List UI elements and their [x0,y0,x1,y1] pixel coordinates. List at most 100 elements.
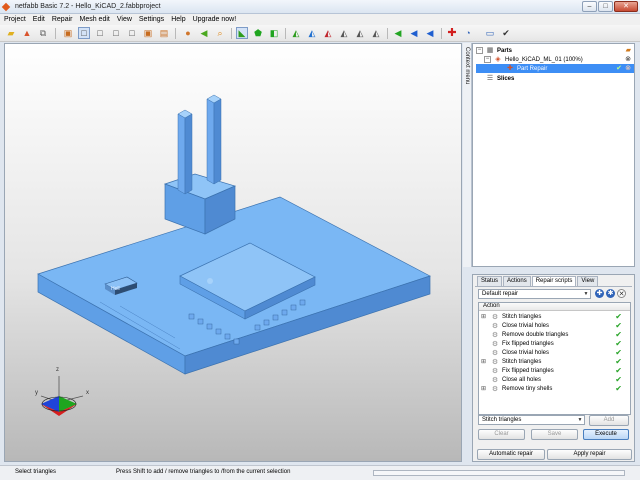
execute-button[interactable]: Execute [583,429,629,440]
select-tool-5-icon[interactable]: ◭ [354,27,366,39]
view-top-icon[interactable]: □ [126,27,138,39]
add-button[interactable]: Add [589,415,629,426]
select-triangle-icon[interactable]: ◣ [236,27,248,39]
gear-icon: ⚙ [491,358,499,366]
menu-upgrade[interactable]: Upgrade now! [193,16,237,23]
action-label: Fix flipped triangles [502,367,554,374]
menu-help[interactable]: Help [171,16,185,23]
collapse-icon[interactable]: − [484,56,491,63]
open-icon[interactable]: ▰ [5,27,17,39]
add-script-icon[interactable]: ✚ [595,289,604,298]
clear-button[interactable]: Clear [478,429,525,440]
list-item[interactable]: ⚙ Close all holes ✔ [479,375,630,384]
view-bottom-icon[interactable]: ▣ [142,27,154,39]
menu-mesh-edit[interactable]: Mesh edit [79,16,109,23]
minimize-button[interactable]: – [582,1,597,12]
context-menu-tab[interactable]: Context menu [463,43,472,267]
check-icon: ✔ [615,321,622,330]
arrow-left-icon[interactable]: ◀ [198,27,210,39]
expand-icon[interactable]: ⊞ [480,313,487,320]
script-select[interactable]: Default repair ▼ [478,289,591,299]
gear-icon: ⚙ [491,340,499,348]
list-item[interactable]: ⚙ Close trivial holes ✔ [479,321,630,330]
collapse-icon[interactable]: − [476,47,483,54]
discard-icon[interactable]: ⊗ [625,64,631,73]
tree-repair-row[interactable]: ✚ Part Repair ✔ ⊗ [476,64,634,73]
tab-actions[interactable]: Actions [503,276,531,286]
repair-panel: Status Actions Repair scripts View Defau… [472,274,635,462]
list-item[interactable]: ⚙ Remove double triangles ✔ [479,330,630,339]
view-right-icon[interactable]: □ [110,27,122,39]
menu-settings[interactable]: Settings [139,16,164,23]
view-iso-icon[interactable]: ▤ [158,27,170,39]
tree-parts-row[interactable]: − ▦ Parts ▰ [476,46,634,55]
move-left-icon[interactable]: ◀ [392,27,404,39]
list-item[interactable]: ⊞ ⚙ Remove tiny shells ✔ [479,384,630,393]
list-item[interactable]: ⊞ ⚙ Stitch triangles ✔ [479,312,630,321]
zoom-icon[interactable]: ⌕ [214,27,226,39]
folder-icon[interactable]: ▰ [626,46,631,55]
view-front-icon[interactable]: ▣ [62,27,74,39]
list-item[interactable]: ⚙ Fix flipped triangles ✔ [479,339,630,348]
3d-viewport[interactable]: Hell z y x [4,43,462,462]
apply-icon[interactable]: ✔ [616,64,622,73]
add-repair-icon[interactable]: ✚ [446,27,458,39]
repair-icon: ✚ [507,65,513,72]
move-left-3-icon[interactable]: ◀ [424,27,436,39]
move-left-2-icon[interactable]: ◀ [408,27,420,39]
select-tool-2-icon[interactable]: ◭ [306,27,318,39]
menu-view[interactable]: View [117,16,132,23]
tree-part-row[interactable]: − ◈ Hello_KiCAD_ML_01 (100%) ⊗ [484,55,634,64]
remove-part-icon[interactable]: ⊗ [625,55,631,64]
view-left-icon[interactable]: □ [94,27,106,39]
check-icon: ✔ [615,339,622,348]
gear-icon: ⚙ [491,313,499,321]
tree-slices-row[interactable]: ☰ Slices [476,74,634,83]
toolbar: ▰ ▲ ⧉ ▣ □ □ □ □ ▣ ▤ ● ◀ ⌕ ◣ ⬟ ◧ ◭ ◭ ◭ ◭ … [0,25,640,42]
check-icon: ✔ [615,312,622,321]
project-tree: − ▦ Parts ▰ − ◈ Hello_KiCAD_ML_01 (100%)… [472,43,635,267]
list-item[interactable]: ⊞ ⚙ Stitch triangles ✔ [479,357,630,366]
menu-edit[interactable]: Edit [33,16,45,23]
select-shell-icon[interactable]: ◧ [268,27,280,39]
chevron-down-icon: ▼ [577,417,583,423]
list-item[interactable]: ⚙ Close trivial holes ✔ [479,348,630,357]
menu-bar: Project Edit Repair Mesh edit View Setti… [0,14,640,25]
help-icon[interactable]: ◔ [462,27,474,39]
tab-view[interactable]: View [577,276,599,286]
window-controls: – □ ✕ [582,1,638,12]
select-tool-3-icon[interactable]: ◭ [322,27,334,39]
view-back-icon[interactable]: □ [78,27,90,39]
select-polygon-icon[interactable]: ⬟ [252,27,264,39]
delete-script-icon[interactable]: ✕ [617,289,626,298]
select-tool-1-icon[interactable]: ◭ [290,27,302,39]
check-icon[interactable]: ✔ [500,27,512,39]
gear-icon: ⚙ [491,367,499,375]
save-button[interactable]: Save [531,429,578,440]
x-axis-label: x [86,390,89,396]
script-settings-icon[interactable]: ✱ [606,289,615,298]
menu-project[interactable]: Project [4,16,26,23]
expand-icon[interactable]: ⊞ [480,358,487,365]
tab-status[interactable]: Status [477,276,503,286]
menu-repair[interactable]: Repair [52,16,73,23]
list-item[interactable]: ⚙ Fix flipped triangles ✔ [479,366,630,375]
expand-icon[interactable]: ⊞ [480,385,487,392]
action-label: Fix flipped triangles [502,340,554,347]
slices-icon: ☰ [486,75,494,82]
script-select-value: Default repair [482,291,519,297]
parts-icon: ▦ [486,47,494,54]
add-action-select[interactable]: Stitch triangles ▼ [478,415,585,425]
automatic-repair-button[interactable]: Automatic repair [477,449,545,460]
part-name: Hello_KiCAD_ML_01 (100%) [505,56,583,63]
select-tool-4-icon[interactable]: ◭ [338,27,350,39]
select-tool-6-icon[interactable]: ◭ [370,27,382,39]
shapes-icon[interactable]: ▲ [21,27,33,39]
check-icon: ✔ [615,348,622,357]
maximize-button[interactable]: □ [598,1,613,12]
close-button[interactable]: ✕ [614,1,638,12]
sphere-icon[interactable]: ● [182,27,194,39]
parts-icon[interactable]: ⧉ [37,27,49,39]
measure-icon[interactable]: ▭ [484,27,496,39]
apply-repair-button[interactable]: Apply repair [547,449,632,460]
